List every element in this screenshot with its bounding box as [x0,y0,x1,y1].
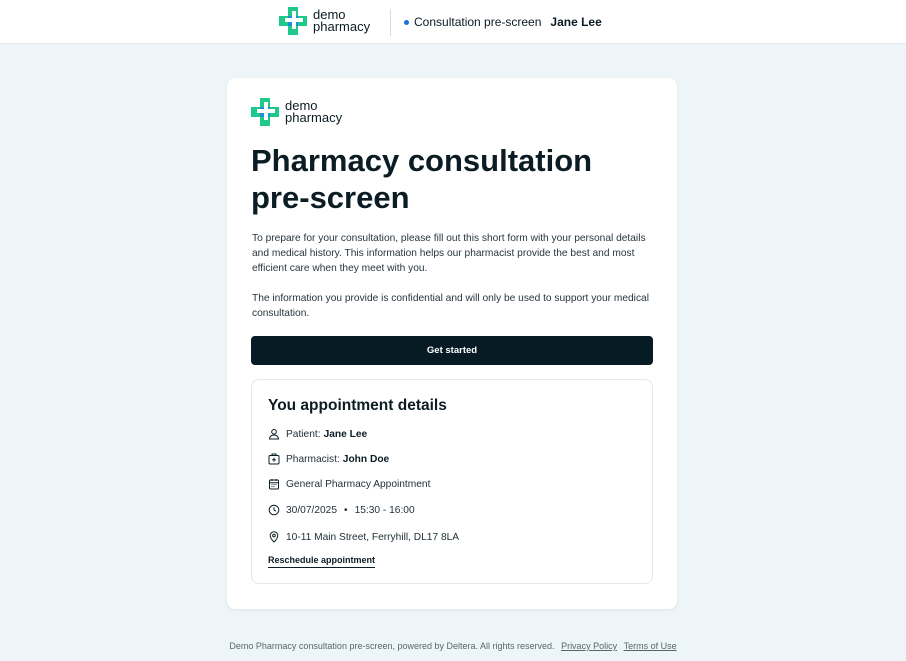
header-patient-name: Jane Lee [550,15,602,29]
pharmacist-name: John Doe [342,453,390,465]
terms-of-use-link[interactable]: Terms of Use [624,641,677,651]
intro-text: To prepare for your consultation, please… [252,231,652,321]
pharmacy-cross-logo-icon [279,7,307,35]
top-bar: demo pharmacy Consultation pre-screen Ja… [0,0,906,44]
appointment-heading: You appointment details [268,397,447,414]
page-title: Pharmacy consultation pre-screen [251,143,593,215]
pharmacist-label: Pharmacist: [286,453,340,465]
pharmacy-cross-logo-icon [251,98,279,126]
patient-label: Patient: [286,428,321,440]
page-footer: Demo Pharmacy consultation pre-screen, p… [0,641,906,651]
logo-line-2: pharmacy [285,110,343,125]
address-row: 10-11 Main Street, Ferryhill, DL17 8LA [268,531,459,543]
user-icon [268,429,280,440]
appointment-details-card: You appointment details Patient: Jane Le… [251,379,653,584]
datetime-row: 30/07/2025 • 15:30 - 16:00 [268,504,415,516]
prescreen-card: demo pharmacy Pharmacy consultation pre-… [227,78,677,609]
intro-paragraph-2: The information you provide is confident… [252,293,649,319]
patient-row: Patient: Jane Lee [268,428,367,440]
location-pin-icon [269,531,279,543]
header-logo[interactable]: demo pharmacy [279,7,370,35]
service-name: General Pharmacy Appointment [286,478,431,490]
status-label: Consultation pre-screen [414,15,542,29]
reschedule-appointment-link[interactable]: Reschedule appointment [268,555,376,568]
appointment-date: 30/07/2025 [286,504,337,516]
logo-wordmark: demo pharmacy [285,99,343,125]
pharmacist-badge-icon [268,453,280,465]
header-divider [390,9,391,36]
calendar-icon [269,479,279,490]
card-logo: demo pharmacy [251,98,342,126]
get-started-button[interactable]: Get started [251,336,653,365]
logo-line-2: pharmacy [313,19,371,34]
clock-icon [268,504,280,516]
pharmacist-row: Pharmacist: John Doe [268,453,389,465]
privacy-policy-link[interactable]: Privacy Policy [561,641,617,651]
intro-paragraph-1: To prepare for your consultation, please… [252,233,646,274]
status-dot-icon [404,19,409,25]
date-time-separator: • [344,504,348,516]
footer-text: Demo Pharmacy consultation pre-screen, p… [229,641,555,651]
logo-wordmark: demo pharmacy [313,8,371,34]
patient-name: Jane Lee [323,428,368,440]
appointment-address: 10-11 Main Street, Ferryhill, DL17 8LA [286,531,460,543]
service-row: General Pharmacy Appointment [268,478,430,490]
appointment-time: 15:30 - 16:00 [354,504,415,516]
header-status: Consultation pre-screen Jane Lee [404,15,602,29]
